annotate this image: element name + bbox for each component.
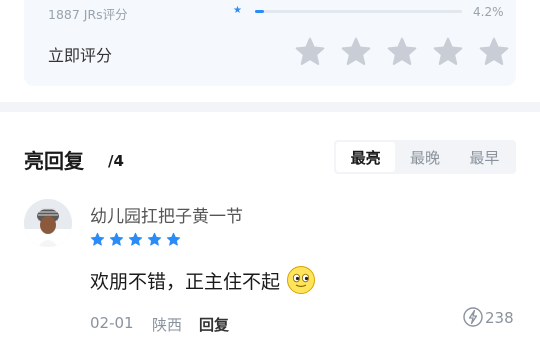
rate-star-icon[interactable] bbox=[386, 36, 418, 68]
user-star-icon bbox=[128, 232, 143, 246]
rate-now-label: 立即评分 bbox=[48, 46, 113, 65]
username[interactable]: 幼儿园扛把子黄一节 bbox=[90, 202, 243, 227]
smile-emoji-icon bbox=[287, 266, 316, 294]
rate-star-icon[interactable] bbox=[340, 36, 372, 68]
rate-stars[interactable] bbox=[294, 36, 510, 68]
sort-tabs: 最亮 最晚 最早 bbox=[334, 140, 516, 174]
section-title: 亮回复 bbox=[24, 149, 84, 173]
user-star-icon bbox=[166, 232, 181, 246]
tab-hot[interactable]: 最亮 bbox=[336, 142, 396, 172]
rating-card: 1887 JRs评分 ★ 4.2% 立即评分 bbox=[24, 0, 516, 86]
reply-location: 陕西 bbox=[152, 316, 183, 334]
rate-star-icon[interactable] bbox=[432, 36, 464, 68]
avatar[interactable] bbox=[24, 199, 72, 247]
user-star-icon bbox=[90, 232, 105, 246]
rating-count: 1887 JRs评分 bbox=[48, 7, 128, 22]
distribution-bar bbox=[255, 10, 462, 13]
section-divider bbox=[0, 102, 540, 112]
rate-star-icon[interactable] bbox=[478, 36, 510, 68]
tab-latest[interactable]: 最晚 bbox=[395, 142, 454, 172]
user-rating-stars bbox=[90, 232, 181, 247]
reply-count: /4 bbox=[108, 152, 124, 170]
user-star-icon bbox=[147, 232, 162, 246]
distribution-star-icon: ★ bbox=[233, 5, 242, 16]
rate-star-icon[interactable] bbox=[294, 36, 326, 68]
distribution-percent: 4.2% bbox=[473, 5, 504, 19]
reply-content: 欢朋不错，正主住不起 bbox=[90, 265, 316, 295]
light-count: 238 bbox=[485, 309, 514, 327]
reply-text: 欢朋不错，正主住不起 bbox=[90, 270, 281, 293]
tab-earliest[interactable]: 最早 bbox=[455, 142, 514, 172]
user-star-icon bbox=[109, 232, 124, 246]
light-bulb-icon[interactable] bbox=[462, 306, 484, 328]
reply-date: 02-01 bbox=[90, 314, 134, 332]
reply-button[interactable]: 回复 bbox=[199, 314, 229, 335]
distribution-bar-fill bbox=[255, 10, 264, 13]
